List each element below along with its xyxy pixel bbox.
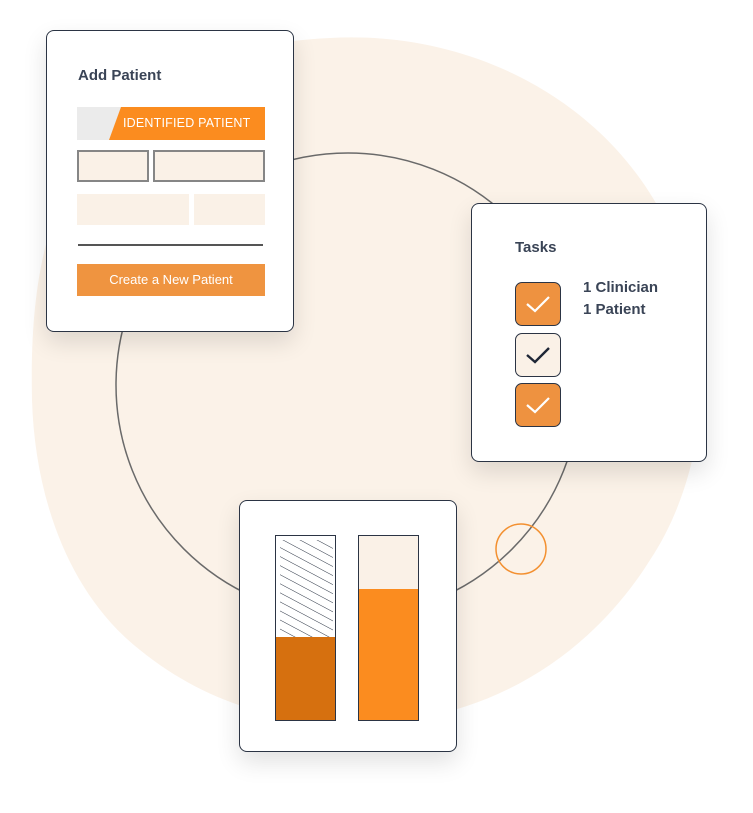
task-checkbox-2[interactable] — [515, 333, 561, 377]
task-checkbox-1[interactable] — [515, 282, 561, 326]
task-checkbox-3[interactable] — [515, 383, 561, 427]
first-name-field[interactable] — [77, 150, 149, 182]
checkmark-icon — [526, 296, 550, 313]
create-new-patient-button[interactable]: Create a New Patient — [77, 264, 265, 296]
checkmark-icon — [526, 347, 550, 364]
progress-bars-card — [239, 500, 457, 752]
progress-bar-right-fill — [359, 589, 418, 720]
patient-type-toggle[interactable]: IDENTIFIED PATIENT — [77, 107, 265, 140]
tasks-card: Tasks 1 Clinician 1 Patient — [471, 203, 707, 462]
last-name-field[interactable] — [153, 150, 265, 182]
date-of-birth-field[interactable] — [77, 194, 189, 225]
task-line-patient: 1 Patient — [583, 301, 646, 318]
add-patient-title: Add Patient — [78, 67, 162, 84]
identified-patient-label: IDENTIFIED PATIENT — [123, 116, 251, 130]
form-divider — [78, 244, 263, 246]
checkmark-icon — [526, 397, 550, 414]
progress-bar-left-fill — [276, 637, 335, 720]
progress-bar-right — [358, 535, 419, 721]
progress-bar-left — [275, 535, 336, 721]
task-line-clinician: 1 Clinician — [583, 279, 659, 296]
tasks-title: Tasks — [515, 239, 557, 256]
gender-field[interactable] — [194, 194, 265, 225]
add-patient-card: Add Patient IDENTIFIED PATIENT Create a … — [46, 30, 294, 332]
